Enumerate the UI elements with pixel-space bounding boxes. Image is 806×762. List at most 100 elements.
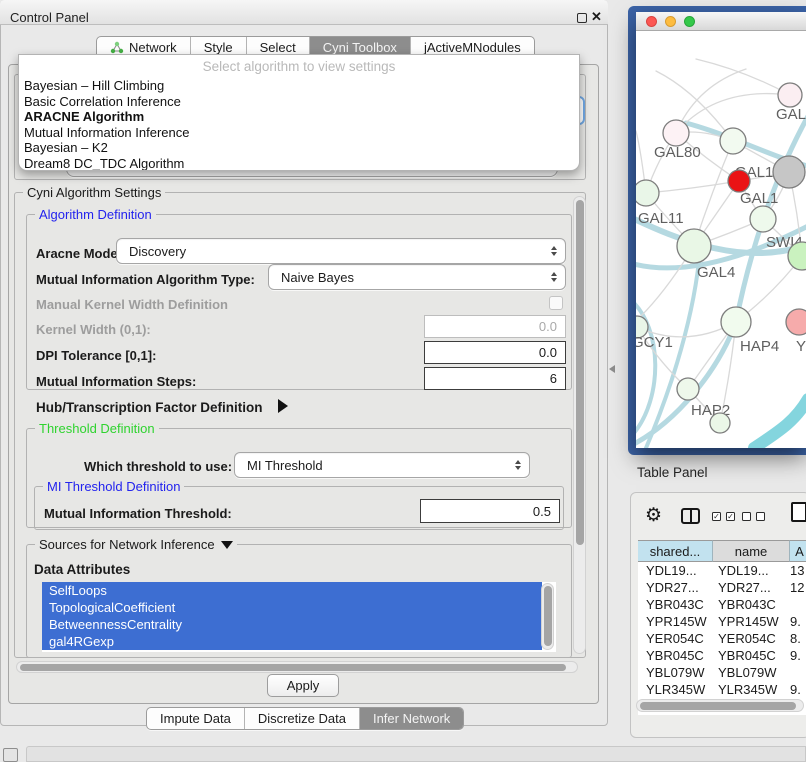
tab-infer-network[interactable]: Infer Network: [359, 708, 463, 729]
minimize-traffic-light[interactable]: [665, 16, 676, 27]
zoom-traffic-light[interactable]: [684, 16, 695, 27]
bottom-corner-icon[interactable]: [3, 748, 18, 762]
table-row[interactable]: YBR045CYBR045C9.: [638, 647, 806, 664]
algorithm-option[interactable]: ARACNE Algorithm: [19, 109, 579, 125]
hub-definition-label[interactable]: Hub/Transcription Factor Definition: [36, 400, 263, 415]
table-row[interactable]: YPR145WYPR145W9.: [638, 613, 806, 630]
algorithm-option[interactable]: Basic Correlation Inference: [19, 94, 579, 110]
network-node-HAP2[interactable]: [677, 378, 699, 400]
table-column-header[interactable]: name: [713, 540, 790, 562]
expand-right-icon[interactable]: [278, 399, 288, 413]
control-panel-titlebar[interactable]: [0, 0, 608, 25]
table-row[interactable]: YDR27...YDR27...12: [638, 579, 806, 596]
network-node-gray-node[interactable]: [773, 156, 805, 188]
network-node-GAL4[interactable]: [677, 229, 711, 263]
algorithm-option[interactable]: Dream8 DC_TDC Algorithm: [19, 156, 579, 172]
network-node-GAL80[interactable]: [663, 120, 689, 146]
kernel-width-field[interactable]: 0.0: [424, 315, 566, 338]
stepper-icon: [551, 272, 557, 282]
unchecked-box-icon[interactable]: [756, 512, 765, 521]
manual-kernel-checkbox[interactable]: [549, 296, 563, 310]
network-node-SWI4[interactable]: [750, 206, 776, 232]
tab-label: Infer Network: [373, 711, 450, 726]
network-node-bottom-node[interactable]: [710, 413, 730, 433]
network-node-HAP4[interactable]: [721, 307, 751, 337]
cyni-algorithm-settings-title: Cyni Algorithm Settings: [23, 185, 165, 200]
document-icon[interactable]: [791, 502, 806, 522]
network-node-GAL1[interactable]: [728, 170, 750, 192]
dpi-tolerance-field[interactable]: 0.0: [424, 341, 566, 364]
data-attribute-item[interactable]: SelfLoops: [42, 582, 542, 599]
table-row[interactable]: YDL19...YDL19...13: [638, 562, 806, 579]
table-row[interactable]: YBR043CYBR043C: [638, 596, 806, 613]
aracne-mode-combo[interactable]: Discovery: [116, 238, 566, 264]
data-attribute-item[interactable]: TopologicalCoefficient: [42, 599, 542, 616]
which-threshold-combo[interactable]: MI Threshold: [234, 452, 530, 478]
threshold-definition-title: Threshold Definition: [35, 421, 159, 436]
panel-divider-arrow[interactable]: [609, 365, 615, 373]
table-column-header[interactable]: shared...: [638, 540, 713, 562]
tab-label: Discretize Data: [258, 711, 346, 726]
data-attributes-list: SelfLoopsTopologicalCoefficientBetweenne…: [42, 582, 556, 652]
data-attribute-item[interactable]: BetweennessCentrality: [42, 616, 542, 633]
data-attribute-item[interactable]: gal4RGexp: [42, 633, 542, 650]
apply-button[interactable]: Apply: [267, 674, 339, 697]
close-icon[interactable]: ✕: [591, 9, 602, 25]
manual-kernel-label: Manual Kernel Width Definition: [36, 297, 228, 312]
table-cell: YBL079W: [718, 664, 790, 681]
collapse-down-icon: [221, 541, 233, 549]
network-canvas[interactable]: GALGAL80GAL10GAL1GAL11SWI4GAL4GCY1HAP4YH…: [636, 31, 806, 448]
stepper-icon: [551, 246, 557, 256]
tab-impute-data[interactable]: Impute Data: [147, 708, 244, 729]
table-cell: 12: [790, 579, 806, 596]
table-row[interactable]: YER054CYER054C8.: [638, 630, 806, 647]
checked-box-icon[interactable]: ✓: [726, 512, 735, 521]
dpi-tolerance-label: DPI Tolerance [0,1]:: [36, 348, 156, 363]
mi-threshold-field[interactable]: 0.5: [420, 499, 560, 523]
float-window-icon[interactable]: [577, 13, 587, 23]
network-node-Y-right[interactable]: [786, 309, 806, 335]
mi-threshold-title: MI Threshold Definition: [43, 479, 184, 494]
table-cell: YDR27...: [718, 579, 790, 596]
tab-label: Cyni Toolbox: [323, 40, 397, 55]
attributes-scrollbar[interactable]: [541, 583, 554, 650]
sources-title-wrap[interactable]: Sources for Network Inference: [35, 537, 237, 552]
table-horizontal-scrollbar[interactable]: [636, 699, 804, 712]
table-cell: YBR043C: [646, 596, 714, 613]
network-node-label-Y-right: Y: [796, 338, 806, 355]
table-row[interactable]: YBL079WYBL079W: [638, 664, 806, 681]
table-row[interactable]: YLR345WYLR345W9.: [638, 681, 806, 698]
aracne-mode-value: Discovery: [129, 244, 186, 259]
network-node-label-GAL80: GAL80: [654, 144, 701, 161]
table-cell: YDR27...: [646, 579, 714, 596]
network-node-label-GCY1: GCY1: [636, 334, 673, 351]
table-cell: 9.: [790, 681, 806, 698]
settings-vertical-scrollbar[interactable]: [573, 196, 586, 654]
network-window-titlebar[interactable]: [636, 12, 806, 31]
network-edge: [646, 181, 739, 193]
tab-label: jActiveMNodules: [424, 40, 521, 55]
algorithm-option[interactable]: Bayesian – K2: [19, 140, 579, 156]
unchecked-box-icon[interactable]: [742, 512, 751, 521]
network-node-GAL10[interactable]: [720, 128, 746, 154]
tab-discretize-data[interactable]: Discretize Data: [244, 708, 359, 729]
columns-icon[interactable]: [681, 508, 700, 524]
network-node-GAL-top[interactable]: [778, 83, 802, 107]
sources-title: Sources for Network Inference: [39, 537, 215, 552]
tab-label: Impute Data: [160, 711, 231, 726]
mi-steps-field[interactable]: 6: [424, 367, 566, 390]
mi-type-combo[interactable]: Naive Bayes: [268, 264, 566, 290]
gear-icon[interactable]: ⚙: [645, 504, 662, 527]
close-traffic-light[interactable]: [646, 16, 657, 27]
algorithm-definition-title: Algorithm Definition: [35, 207, 156, 222]
checked-box-icon[interactable]: ✓: [712, 512, 721, 521]
table-column-header[interactable]: A: [790, 540, 806, 562]
settings-horizontal-scrollbar[interactable]: [16, 661, 578, 673]
table-cell: YER054C: [718, 630, 790, 647]
algorithm-option[interactable]: Mutual Information Inference: [19, 125, 579, 141]
network-icon: [110, 41, 124, 54]
table-cell: YLR345W: [646, 681, 714, 698]
algorithm-option[interactable]: Bayesian – Hill Climbing: [19, 78, 579, 94]
table-cell: YBL079W: [646, 664, 714, 681]
network-node-GAL11[interactable]: [636, 180, 659, 206]
